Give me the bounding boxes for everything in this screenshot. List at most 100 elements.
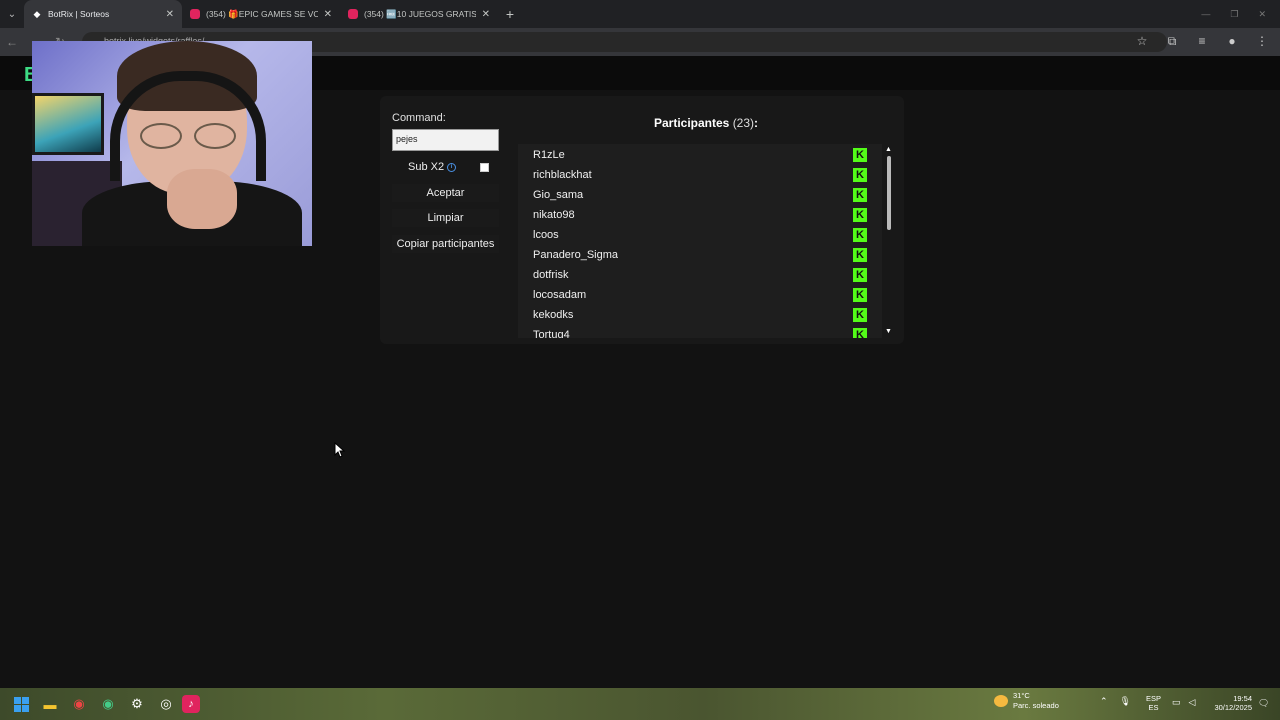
menu-kebab-icon[interactable]: ⋮: [1254, 34, 1270, 49]
profile-avatar-icon[interactable]: ●: [1224, 34, 1240, 49]
tab-close-icon[interactable]: ✕: [166, 9, 174, 20]
kick-icon: K: [853, 308, 867, 322]
participant-row: Tortug4 K: [518, 326, 868, 338]
clock-time: 19:54: [1233, 694, 1252, 703]
network-icon[interactable]: ▭: [1172, 697, 1181, 708]
participant-row: dotfrisk K: [518, 266, 868, 286]
kick-icon: K: [853, 208, 867, 222]
participant-row: locosadam K: [518, 286, 868, 306]
weather-widget[interactable]: 31°C Parc. soleado: [994, 691, 1059, 711]
volume-icon[interactable]: ◁: [1189, 697, 1196, 708]
partly-sunny-icon: [994, 695, 1008, 707]
participant-name: locosadam: [533, 289, 587, 301]
kick-icon: K: [853, 148, 867, 162]
kick-icon: K: [853, 188, 867, 202]
participant-row: R1zLe K: [518, 146, 868, 166]
clock-date: 30/12/2025: [1214, 703, 1252, 712]
participant-name: lcoos: [533, 229, 559, 241]
tab-title: BotRix | Sorteos: [48, 9, 110, 19]
participant-name: dotfrisk: [533, 269, 569, 281]
participant-name: Panadero_Sigma: [533, 249, 619, 261]
system-clock[interactable]: 19:54 30/12/2025: [1208, 694, 1252, 712]
kick-icon: K: [853, 268, 867, 282]
kick-icon: K: [853, 328, 867, 338]
minimize-icon[interactable]: —: [1201, 9, 1210, 20]
participants-title: Participantes: [653, 116, 730, 130]
kick-icon: K: [853, 288, 867, 302]
tab-youtube-1[interactable]: (354) 🎁EPIC GAMES SE VOLVI ✕: [182, 0, 340, 28]
info-icon[interactable]: i: [447, 163, 456, 172]
steam-icon[interactable]: ⚙: [124, 691, 150, 717]
lang-bottom: ES: [1148, 703, 1159, 712]
kick-icon: K: [853, 248, 867, 262]
webcam-glasses: [140, 123, 236, 149]
page-content: B Command: pejes Sub X2 i Aceptar Limpia…: [0, 41, 1280, 688]
weather-temp: 31°C: [1013, 691, 1030, 700]
media-controls-icon[interactable]: ≡: [1194, 34, 1210, 49]
webcam-overlay: [32, 41, 312, 246]
weather-desc: Parc. soleado: [1013, 701, 1059, 710]
sub-x2-checkbox[interactable]: [480, 163, 489, 172]
participant-row: Panadero_Sigma K: [518, 246, 868, 266]
back-icon[interactable]: ←: [0, 35, 24, 49]
participants-colon: :: [754, 116, 759, 130]
windows-start-icon[interactable]: [8, 691, 34, 717]
accept-button[interactable]: Aceptar: [392, 184, 499, 202]
tab-title: (354) 🆓10 JUEGOS GRATIS PA: [364, 8, 476, 19]
scroll-up-arrow-icon[interactable]: ▲: [885, 146, 892, 153]
participant-row: nikato98 K: [518, 206, 868, 226]
window-controls: — ❐ ✕: [1201, 9, 1280, 20]
windows-taskbar: ▬ ◉ ◉ ⚙ ◎ ♪ 31°C Parc. soleado ⌃ 🎙 ESP E…: [0, 688, 1280, 720]
language-indicator[interactable]: ESP ES: [1146, 694, 1161, 712]
extensions-icon[interactable]: ⧉: [1164, 34, 1180, 49]
browser-tab-bar: ⌄ ◆ BotRix | Sorteos ✕ (354) 🎁EPIC GAMES…: [0, 0, 1280, 28]
tab-youtube-2[interactable]: (354) 🆓10 JUEGOS GRATIS PA ✕: [340, 0, 498, 28]
notification-icon[interactable]: 🗨: [1258, 698, 1269, 709]
participants-list[interactable]: R1zLe Krichblackhat K Gio_sama Knikato98 Klco…: [518, 144, 882, 338]
tab-botrix[interactable]: ◆ BotRix | Sorteos ✕: [24, 0, 182, 28]
window-close-icon[interactable]: ✕: [1258, 9, 1266, 20]
tab-title: (354) 🎁EPIC GAMES SE VOLVI: [206, 8, 318, 19]
tray-chevron-up-icon[interactable]: ⌃: [1100, 696, 1108, 707]
participant-name: Gio_sama: [533, 189, 584, 201]
tab-close-icon[interactable]: ✕: [482, 9, 490, 20]
webcam-person-hand: [167, 169, 237, 229]
participant-row: richblackhat K: [518, 166, 868, 186]
participant-row: lcoos K: [518, 226, 868, 246]
scroll-thumb[interactable]: [887, 156, 891, 230]
tab-close-icon[interactable]: ✕: [324, 9, 332, 20]
participant-row: kekodks K: [518, 306, 868, 326]
participants-heading: Participantes (23):: [518, 116, 894, 130]
new-tab-button[interactable]: +: [498, 6, 522, 22]
participant-name: nikato98: [533, 209, 575, 221]
participants-count: (23): [732, 116, 755, 130]
microphone-icon[interactable]: 🎙: [1120, 696, 1131, 707]
system-tray: ⌃ 🎙: [1100, 696, 1131, 707]
status-icons: ▭ ◁: [1172, 697, 1195, 708]
obs-icon[interactable]: ◎: [153, 691, 179, 717]
participant-name: R1zLe: [533, 149, 565, 161]
youtube-favicon-icon: [190, 9, 200, 19]
participant-name: kekodks: [533, 309, 574, 321]
toolbar-actions: ☆ ⧉ ≡ ● ⋮: [1134, 34, 1270, 49]
maximize-icon[interactable]: ❐: [1230, 9, 1238, 20]
chrome-icon[interactable]: ◉: [66, 691, 92, 717]
participant-row: Gio_sama K: [518, 186, 868, 206]
participants-scrollbar[interactable]: ▲ ▼: [884, 144, 894, 338]
tab-search-chevron-icon[interactable]: ⌄: [0, 0, 24, 28]
kick-icon: K: [853, 168, 867, 182]
participant-name: richblackhat: [533, 169, 592, 181]
sub-x2-label: Sub X2: [408, 161, 445, 173]
botrix-favicon-icon: ◆: [33, 9, 41, 19]
chrome-profile-icon[interactable]: ◉: [95, 691, 121, 717]
copy-participants-button[interactable]: Copiar participantes: [392, 235, 499, 253]
command-input[interactable]: pejes: [392, 129, 499, 151]
scroll-down-arrow-icon[interactable]: ▼: [885, 328, 892, 335]
participant-name: Tortug4: [533, 329, 570, 338]
kick-icon: K: [853, 228, 867, 242]
bookmark-star-icon[interactable]: ☆: [1134, 34, 1150, 49]
clear-button[interactable]: Limpiar: [392, 209, 499, 227]
tiktok-icon[interactable]: ♪: [182, 695, 200, 713]
file-explorer-icon[interactable]: ▬: [37, 691, 63, 717]
lang-top: ESP: [1146, 694, 1162, 703]
